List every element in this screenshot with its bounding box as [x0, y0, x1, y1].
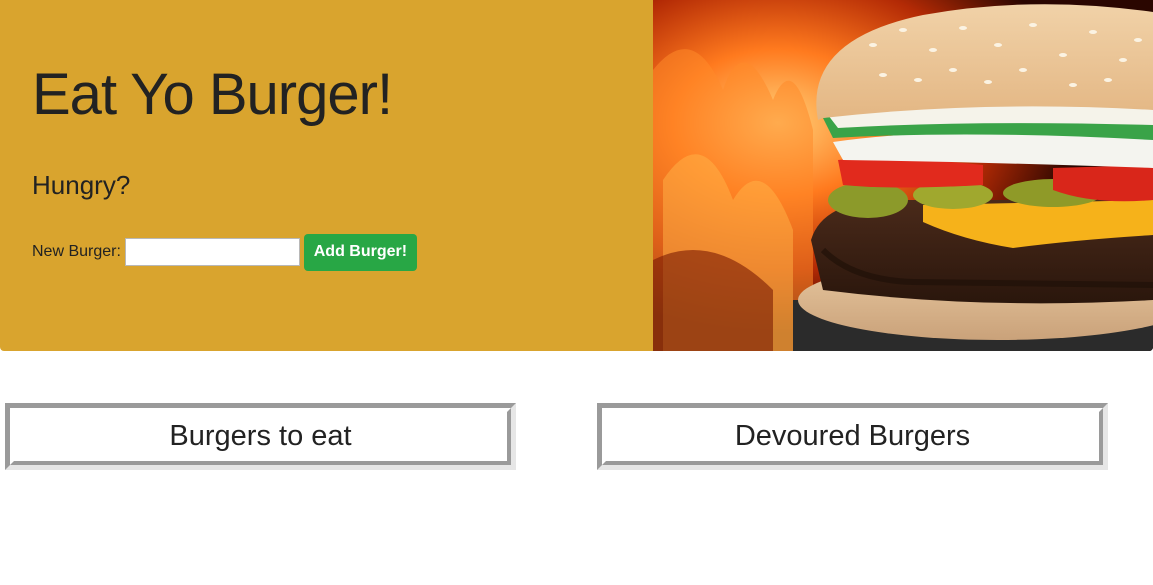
new-burger-input[interactable] — [124, 238, 300, 266]
new-burger-label: New Burger: — [32, 243, 121, 260]
devoured-burgers-title: Devoured Burgers — [734, 420, 971, 452]
burgers-to-eat-panel: Burgers to eat — [5, 403, 516, 470]
page-title: Eat Yo Burger! — [32, 62, 393, 127]
burgers-to-eat-header: Burgers to eat — [10, 408, 511, 465]
hero-banner: Eat Yo Burger! Hungry? New Burger: Add B… — [0, 0, 1153, 351]
add-burger-button[interactable]: Add Burger! — [303, 233, 417, 271]
page-subtitle: Hungry? — [32, 170, 131, 200]
burger-photo — [653, 0, 1153, 351]
burgers-to-eat-title: Burgers to eat — [169, 420, 352, 452]
hero-text-area: Eat Yo Burger! Hungry? New Burger: Add B… — [0, 0, 653, 351]
devoured-burgers-header: Devoured Burgers — [602, 408, 1103, 465]
new-burger-form: New Burger: Add Burger! — [32, 233, 417, 271]
devoured-burgers-panel: Devoured Burgers — [597, 403, 1108, 470]
